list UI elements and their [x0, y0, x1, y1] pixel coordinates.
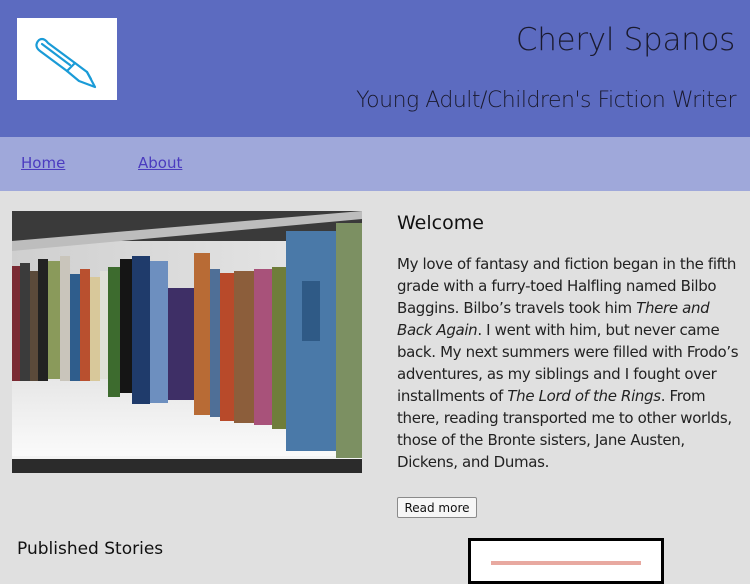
fountain-pen-icon	[35, 37, 97, 89]
nav-bar: Home About	[0, 137, 750, 191]
published-stories-heading: Published Stories	[17, 539, 164, 559]
read-more-button[interactable]: Read more	[397, 497, 477, 518]
book-title-italic: The Lord of the Rings	[507, 387, 661, 405]
nav-link-about[interactable]: About	[138, 154, 182, 172]
site-header: Cheryl Spanos Young Adult/Children's Fic…	[0, 0, 750, 137]
nav-link-home[interactable]: Home	[21, 154, 65, 172]
site-title: Cheryl Spanos	[515, 22, 735, 58]
welcome-text: My love of fantasy and fiction began in …	[397, 253, 742, 473]
logo	[17, 18, 117, 100]
story-cover-image[interactable]	[468, 538, 664, 584]
bookshelf-photo	[12, 211, 362, 473]
welcome-heading: Welcome	[397, 212, 484, 234]
site-subtitle: Young Adult/Children's Fiction Writer	[356, 88, 736, 113]
